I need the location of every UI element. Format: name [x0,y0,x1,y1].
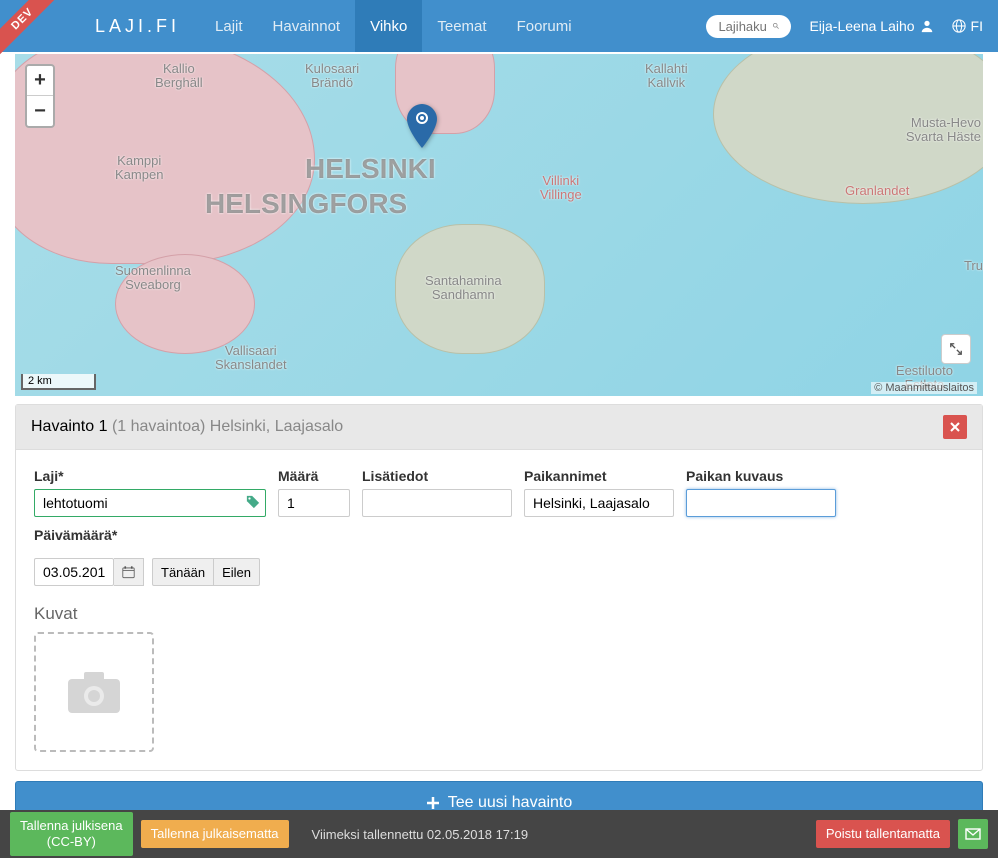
exit-without-save-button[interactable]: Poistu tallentamatta [816,820,950,848]
maara-label: Määrä [278,468,350,484]
paikan-kuvaus-input[interactable] [686,489,836,517]
nav-teemat[interactable]: Teemat [422,0,501,52]
map-scale: 2 km [21,374,96,390]
observation-header: Havainto 1 (1 havaintoa) Helsinki, Laaja… [16,405,982,450]
map-label: SuomenlinnaSveaborg [115,264,191,293]
map-label: KallahtiKallvik [645,62,688,91]
user-name: Eija-Leena Laiho [809,18,914,34]
kuvat-label: Kuvat [34,604,964,624]
maara-input[interactable] [278,489,350,517]
map-label-helsingfors: HELSINGFORS [205,189,407,220]
map-label-helsinki: HELSINKI [305,154,436,185]
calendar-icon [122,565,135,579]
map-label: Musta-HevoSvarta Häste [906,116,981,145]
nav-havainnot[interactable]: Havainnot [258,0,356,52]
map-attribution: © Maanmittauslaitos [871,382,977,394]
zoom-out-button[interactable]: − [27,96,53,126]
image-upload-dropzone[interactable] [34,632,154,752]
calendar-button[interactable] [114,558,144,586]
laji-label: Laji* [34,468,266,484]
map-marker[interactable] [407,104,437,151]
nav-vihko[interactable]: Vihko [355,0,422,52]
close-observation-button[interactable] [943,415,967,439]
dev-ribbon: DEV [0,0,60,60]
expand-icon [949,342,963,356]
nav-menu: Lajit Havainnot Vihko Teemat Foorumi [200,0,587,52]
nav-foorumi[interactable]: Foorumi [502,0,587,52]
map-label: Granlandet [845,184,909,198]
obs-subtitle: (1 havaintoa) Helsinki, Laajasalo [112,418,343,436]
globe-icon [952,19,966,33]
date-input[interactable] [34,558,114,586]
save-public-button[interactable]: Tallenna julkisena (CC-BY) [10,812,133,855]
plus-icon [426,796,440,810]
brand-logo[interactable]: LAJI.FI [95,16,180,37]
zoom-control: + − [25,64,55,128]
laji-input[interactable] [34,489,266,517]
tag-icon [246,495,260,512]
map-label: KallioBerghäll [155,62,203,91]
map-container[interactable]: KallioBerghäll KulosaariBrändö KallahtiK… [15,54,983,396]
search-icon [773,19,779,33]
save-draft-button[interactable]: Tallenna julkaisematta [141,820,289,848]
user-icon [920,19,934,33]
map-label: KamppiKampen [115,154,163,183]
yesterday-button[interactable]: Eilen [214,558,260,586]
language-selector[interactable]: FI [952,18,983,34]
close-icon [950,422,960,432]
camera-icon [64,667,124,717]
map-label: VallisaariSkanslandet [215,344,287,373]
last-saved-text: Viimeksi tallennettu 02.05.2018 17:19 [312,827,529,842]
footer-bar: Tallenna julkisena (CC-BY) Tallenna julk… [0,810,998,858]
envelope-icon [965,828,981,840]
lisatiedot-input[interactable] [362,489,512,517]
map-label: KulosaariBrändö [305,62,359,91]
feedback-button[interactable] [958,819,988,849]
species-search[interactable] [706,15,791,38]
paikan-kuvaus-label: Paikan kuvaus [686,468,836,484]
paikannimet-input[interactable] [524,489,674,517]
paikannimet-label: Paikannimet [524,468,674,484]
search-input[interactable] [718,19,773,34]
dev-ribbon-text: DEV [0,0,59,55]
nav-lajit[interactable]: Lajit [200,0,258,52]
observation-panel: Havainto 1 (1 havaintoa) Helsinki, Laaja… [15,404,983,771]
paivamaara-label: Päivämäärä* [34,527,964,543]
obs-title: Havainto 1 [31,418,108,436]
map-label: SantahaminaSandhamn [425,274,502,303]
user-menu[interactable]: Eija-Leena Laiho [809,18,933,34]
fullscreen-button[interactable] [941,334,971,364]
lang-code: FI [971,18,983,34]
lisatiedot-label: Lisätiedot [362,468,512,484]
zoom-in-button[interactable]: + [27,66,53,96]
map-label: Tru [964,259,983,273]
map-label: VillinkiVillinge [540,174,582,203]
main-navbar: LAJI.FI Lajit Havainnot Vihko Teemat Foo… [0,0,998,52]
today-button[interactable]: Tänään [152,558,214,586]
